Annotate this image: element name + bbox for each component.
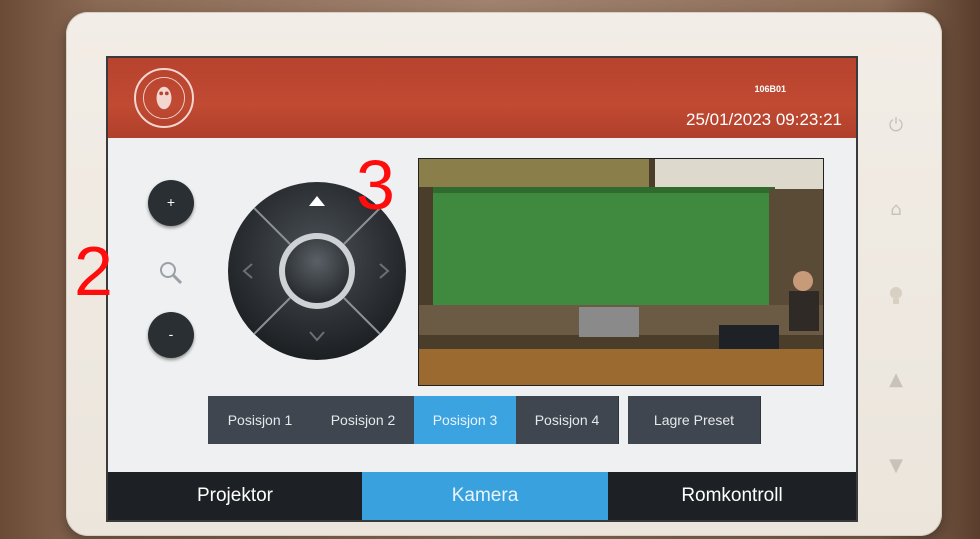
home-icon[interactable]: ⌂ (880, 194, 912, 226)
tab-romkontroll[interactable]: Romkontroll (608, 472, 856, 520)
bottom-tab-bar: Projektor Kamera Romkontroll (108, 472, 856, 520)
pan-down-arrow-icon[interactable] (307, 328, 327, 344)
touch-screen: 106B01 25/01/2023 09:23:21 + - Posisjon … (108, 58, 856, 520)
volume-down-icon[interactable]: ▼ (880, 450, 912, 482)
annotation-marker-2: 2 (74, 232, 113, 310)
annotation-marker-3: 3 (356, 146, 395, 224)
magnifier-icon (156, 258, 186, 288)
tab-kamera[interactable]: Kamera (362, 472, 608, 520)
zoom-out-button[interactable]: - (148, 312, 194, 358)
volume-up-icon[interactable]: ▲ (880, 364, 912, 396)
pan-left-arrow-icon[interactable] (240, 261, 256, 281)
power-icon[interactable]: ⏻ (880, 110, 912, 142)
zoom-in-button[interactable]: + (148, 180, 194, 226)
tab-projektor[interactable]: Projektor (108, 472, 362, 520)
room-id: 106B01 (754, 84, 786, 94)
save-preset-button[interactable]: Lagre Preset (628, 396, 761, 444)
preset-button-1[interactable]: Posisjon 1 (208, 396, 313, 444)
header-bar: 106B01 25/01/2023 09:23:21 (108, 58, 856, 138)
preset-button-3[interactable]: Posisjon 3 (414, 396, 517, 444)
date-time: 25/01/2023 09:23:21 (686, 110, 842, 129)
lightbulb-icon[interactable] (880, 280, 912, 312)
pan-up-arrow-icon[interactable] (307, 194, 327, 210)
preset-button-2[interactable]: Posisjon 2 (312, 396, 415, 444)
pan-right-arrow-icon[interactable] (376, 261, 392, 281)
preset-button-4[interactable]: Posisjon 4 (516, 396, 619, 444)
camera-preview (418, 158, 824, 386)
university-logo (134, 68, 194, 128)
